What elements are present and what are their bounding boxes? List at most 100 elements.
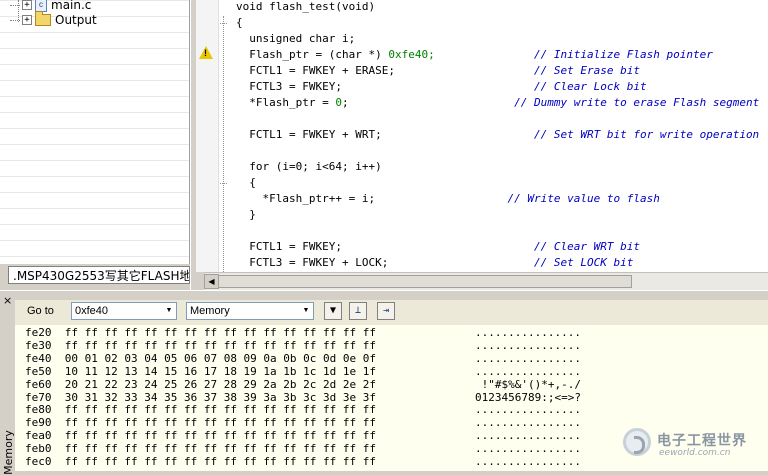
folder-icon <box>35 11 51 26</box>
fold-marker <box>220 183 227 184</box>
code-text: unsigned char i; <box>236 32 356 45</box>
workspace-tab[interactable]: .MSP430G2553写其它FLASH地址 <box>8 266 190 284</box>
code-line: FCTL1 = FWKEY + ERASE; // Set Erase bit <box>236 63 640 79</box>
code-text: void flash_test(void) <box>236 0 376 13</box>
memory-row: fe20 ff ff ff ff ff ff ff ff ff ff ff ff… <box>25 327 376 339</box>
memory-ascii: ................ <box>475 455 581 468</box>
code-text: for (i=0; i<64; i++) <box>236 160 382 173</box>
code-text: *Flash_ptr++ = i; <box>236 192 508 205</box>
horizontal-scrollbar[interactable]: ◀ <box>204 272 768 290</box>
memory-address: fe70 <box>25 390 52 404</box>
goto-label: Go to <box>27 305 54 317</box>
memory-fill-icon[interactable]: ⊥ <box>349 302 367 320</box>
memory-row: fea0 ff ff ff ff ff ff ff ff ff ff ff ff… <box>25 430 376 442</box>
editor-gutter <box>196 0 219 272</box>
tree-item-label: main.c <box>51 0 92 12</box>
memory-ascii: ................ <box>475 429 581 443</box>
options-dropdown-button[interactable]: ▼ <box>324 302 342 320</box>
expand-icon[interactable]: + <box>22 0 32 10</box>
memory-toolbar: Go to 0xfe40 ▼ Memory ▼ ▼ ⊥ ⇥ <box>15 300 768 325</box>
tree-grid <box>0 0 189 264</box>
memory-bytes[interactable]: ff ff ff ff ff ff ff ff ff ff ff ff ff f… <box>65 403 376 416</box>
code-line: *Flash_ptr = 0; // Dummy write to erase … <box>236 95 759 111</box>
memory-row: fe50 10 11 12 13 14 15 16 17 18 19 1a 1b… <box>25 364 376 378</box>
code-text: FCTL3 = FWKEY; <box>236 80 535 93</box>
memory-address: fe30 <box>25 338 52 352</box>
code-editor[interactable]: ! void flash_test(void) { unsigned char i… <box>196 0 768 272</box>
memory-bytes[interactable]: ff ff ff ff ff ff ff ff ff ff ff ff ff f… <box>65 339 376 352</box>
code-comment: // Write value to flash <box>507 192 660 205</box>
memory-bytes[interactable]: ff ff ff ff ff ff ff ff ff ff ff ff ff f… <box>65 326 376 339</box>
code-comment: // Clear WRT bit <box>534 240 640 253</box>
memory-row: fe70 30 31 32 33 34 35 36 37 38 39 3a 3b… <box>25 390 376 404</box>
project-tree: + c main.c + Output <box>0 0 190 264</box>
code-line: FCTL1 = FWKEY; // Clear WRT bit <box>236 239 640 255</box>
memory-row: fec0 ff ff ff ff ff ff ff ff ff ff ff ff… <box>25 456 376 468</box>
memory-ascii: ................ <box>475 364 581 378</box>
code-line: unsigned char i; <box>236 31 355 47</box>
memory-bytes[interactable]: 00 01 02 03 04 05 06 07 08 09 0a 0b 0c 0… <box>65 352 376 365</box>
memory-bytes[interactable]: 20 21 22 23 24 25 26 27 28 29 2a 2b 2c 2… <box>65 378 376 391</box>
memory-address: fe40 <box>25 351 52 365</box>
code-line: FCTL1 = FWKEY + WRT; // Set WRT bit for … <box>236 127 759 143</box>
tree-branch <box>10 19 20 21</box>
memory-address: feb0 <box>25 442 52 456</box>
code-line: Flash_ptr = (char *) 0xfe40; // Initiali… <box>236 47 713 63</box>
fold-marker <box>220 23 227 24</box>
memory-address: fe50 <box>25 364 52 378</box>
code-text: FCTL1 = FWKEY; <box>236 240 535 253</box>
memory-ascii: ................ <box>475 326 581 339</box>
memory-bytes[interactable]: 30 31 32 33 34 35 36 37 38 39 3a 3b 3c 3… <box>65 391 376 404</box>
code-line: FCTL3 = FWKEY + LOCK; // Set LOCK bit <box>236 255 633 271</box>
code-text: *Flash_ptr = <box>236 96 336 109</box>
memory-bytes[interactable]: ff ff ff ff ff ff ff ff ff ff ff ff ff f… <box>65 442 376 455</box>
code-line: FCTL3 = FWKEY; // Clear Lock bit <box>236 79 647 95</box>
memory-address: fe60 <box>25 377 52 391</box>
memory-zone-select[interactable]: Memory ▼ <box>186 302 314 320</box>
fold-guide <box>223 16 224 272</box>
code-line: { <box>236 175 256 191</box>
code-line: } <box>236 207 256 223</box>
expand-icon[interactable]: + <box>22 15 32 25</box>
scroll-left-icon[interactable]: ◀ <box>204 274 219 289</box>
tree-branch <box>10 4 20 6</box>
code-text: FCTL1 = FWKEY + ERASE; <box>236 64 535 77</box>
memory-tab[interactable]: Memory <box>0 306 15 475</box>
memory-zone-value: Memory <box>190 305 230 317</box>
memory-ascii: ................ <box>475 442 581 456</box>
warning-icon[interactable]: ! <box>199 46 213 59</box>
memory-splitter[interactable] <box>0 290 768 295</box>
code-line: *Flash_ptr++ = i; // Write value to flas… <box>236 191 660 207</box>
code-comment: // Dummy write to erase Flash segment <box>514 96 760 109</box>
memory-address: fe80 <box>25 403 52 417</box>
code-text: { <box>236 176 256 189</box>
code-line: { <box>236 15 243 31</box>
code-comment: // Clear Lock bit <box>534 80 647 93</box>
watermark-cn: 电子工程世界 <box>657 433 747 449</box>
tree-item-output[interactable]: + Output <box>10 11 97 28</box>
code-comment: // Set WRT bit for write operation <box>534 128 760 141</box>
memory-step-icon[interactable]: ⇥ <box>377 302 395 320</box>
tree-item-label: Output <box>55 13 97 27</box>
chevron-down-icon[interactable]: ▼ <box>162 303 176 319</box>
memory-bytes[interactable]: ff ff ff ff ff ff ff ff ff ff ff ff ff f… <box>65 416 376 429</box>
code-text: FCTL3 = FWKEY + LOCK; <box>236 256 535 269</box>
code-comment: // Set LOCK bit <box>534 256 634 269</box>
scroll-thumb[interactable] <box>218 275 632 288</box>
tree-tab-strip <box>0 264 8 288</box>
code-text: ; <box>341 96 515 109</box>
close-icon[interactable]: × <box>3 295 13 306</box>
code-line: for (i=0; i<64; i++) <box>236 159 382 175</box>
code-comment: // Initialize Flash pointer <box>534 48 713 61</box>
code-text: Flash_ptr = (char *) <box>236 48 389 61</box>
memory-row: fe90 ff ff ff ff ff ff ff ff ff ff ff ff… <box>25 417 376 429</box>
memory-address: fec0 <box>25 455 52 468</box>
memory-row: feb0 ff ff ff ff ff ff ff ff ff ff ff ff… <box>25 443 376 455</box>
memory-bytes[interactable]: ff ff ff ff ff ff ff ff ff ff ff ff ff f… <box>65 429 376 442</box>
memory-bytes[interactable]: ff ff ff ff ff ff ff ff ff ff ff ff ff f… <box>65 455 376 468</box>
memory-bytes[interactable]: 10 11 12 13 14 15 16 17 18 19 1a 1b 1c 1… <box>65 365 376 378</box>
goto-address-input[interactable]: 0xfe40 ▼ <box>71 302 177 320</box>
memory-ascii: 0123456789:;<=>? <box>475 390 581 404</box>
chevron-down-icon[interactable]: ▼ <box>299 303 313 319</box>
